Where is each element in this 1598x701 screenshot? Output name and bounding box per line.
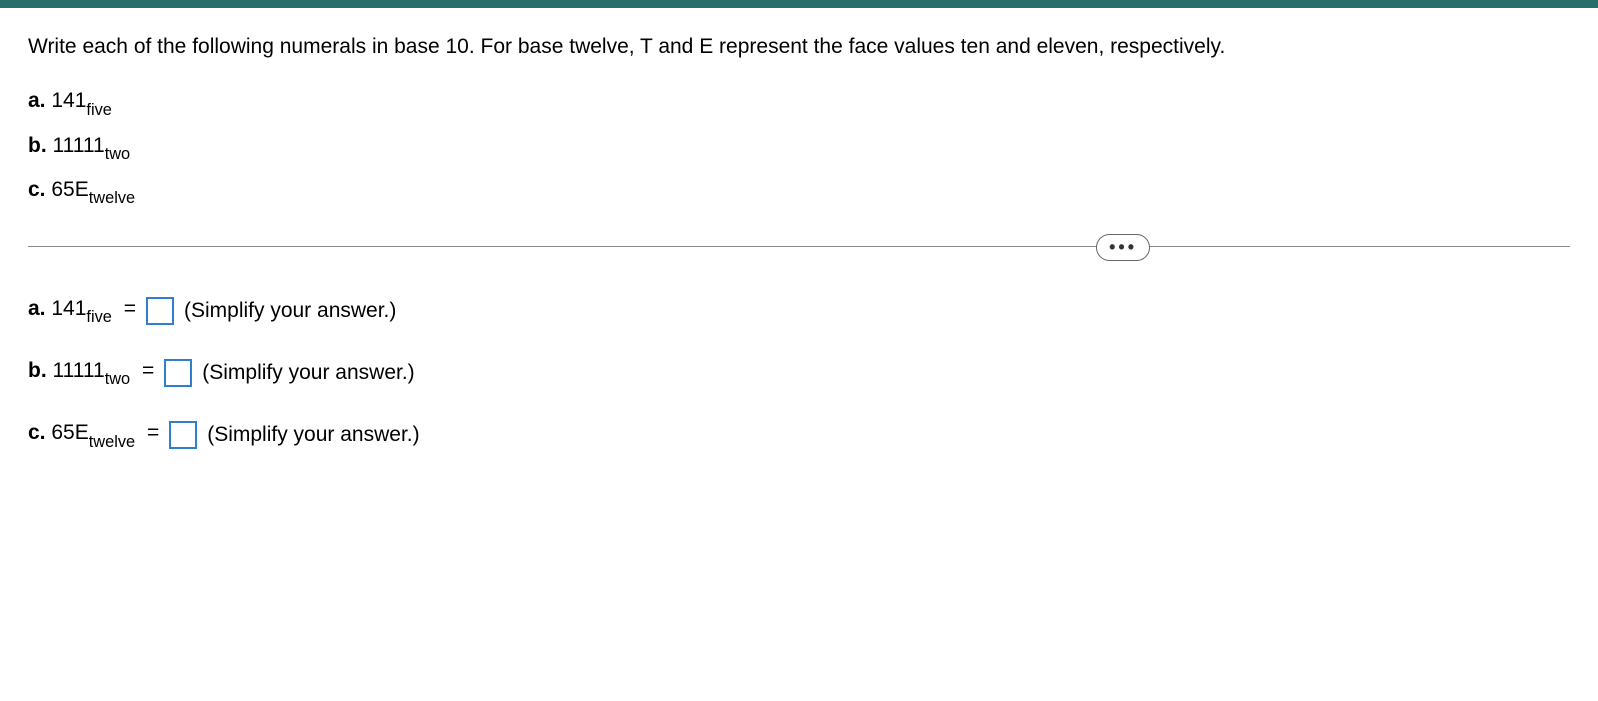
answer-row-a: a. 141five = (Simplify your answer.) <box>28 297 1570 325</box>
problem-label-c: c. <box>28 178 46 201</box>
problem-item-a: a. 141five <box>28 89 1570 117</box>
question-content: Write each of the following numerals in … <box>0 8 1598 508</box>
problem-label-a: a. <box>28 89 46 112</box>
answer-row-b: b. 11111two = (Simplify your answer.) <box>28 359 1570 387</box>
equals-b: = <box>142 359 154 382</box>
problem-item-c: c. 65Etwelve <box>28 178 1570 206</box>
answer-base-b: two <box>105 370 130 388</box>
answer-input-b[interactable] <box>164 359 192 387</box>
answer-input-c[interactable] <box>169 421 197 449</box>
top-accent-bar <box>0 0 1598 8</box>
more-icon: ••• <box>1109 237 1137 257</box>
answer-input-a[interactable] <box>146 297 174 325</box>
answer-label-b: b. <box>28 359 47 382</box>
answer-value-a: 141 <box>51 297 86 320</box>
problem-list: a. 141five b. 11111two c. 65Etwelve <box>28 89 1570 206</box>
more-button[interactable]: ••• <box>1096 234 1150 261</box>
equals-c: = <box>147 421 159 444</box>
answer-label-c: c. <box>28 421 46 444</box>
answer-base-c: twelve <box>89 433 135 451</box>
answer-value-c: 65E <box>51 421 88 444</box>
problem-base-b: two <box>105 145 130 163</box>
answer-row-c: c. 65Etwelve = (Simplify your answer.) <box>28 421 1570 449</box>
problem-base-a: five <box>86 101 111 119</box>
answer-hint-a: (Simplify your answer.) <box>184 299 396 323</box>
problem-item-b: b. 11111two <box>28 134 1570 162</box>
instruction-text: Write each of the following numerals in … <box>28 32 1570 61</box>
section-divider: ••• <box>28 246 1570 247</box>
problem-label-b: b. <box>28 134 47 157</box>
problem-value-a: 141 <box>51 89 86 112</box>
answer-value-b: 11111 <box>53 359 105 382</box>
problem-base-c: twelve <box>89 189 135 207</box>
answer-hint-b: (Simplify your answer.) <box>202 361 414 385</box>
divider-line <box>28 246 1570 247</box>
equals-a: = <box>124 297 136 320</box>
problem-value-c: 65E <box>51 178 88 201</box>
answer-base-a: five <box>86 308 111 326</box>
answer-label-a: a. <box>28 297 46 320</box>
answer-hint-c: (Simplify your answer.) <box>207 423 419 447</box>
problem-value-b: 11111 <box>53 134 105 157</box>
